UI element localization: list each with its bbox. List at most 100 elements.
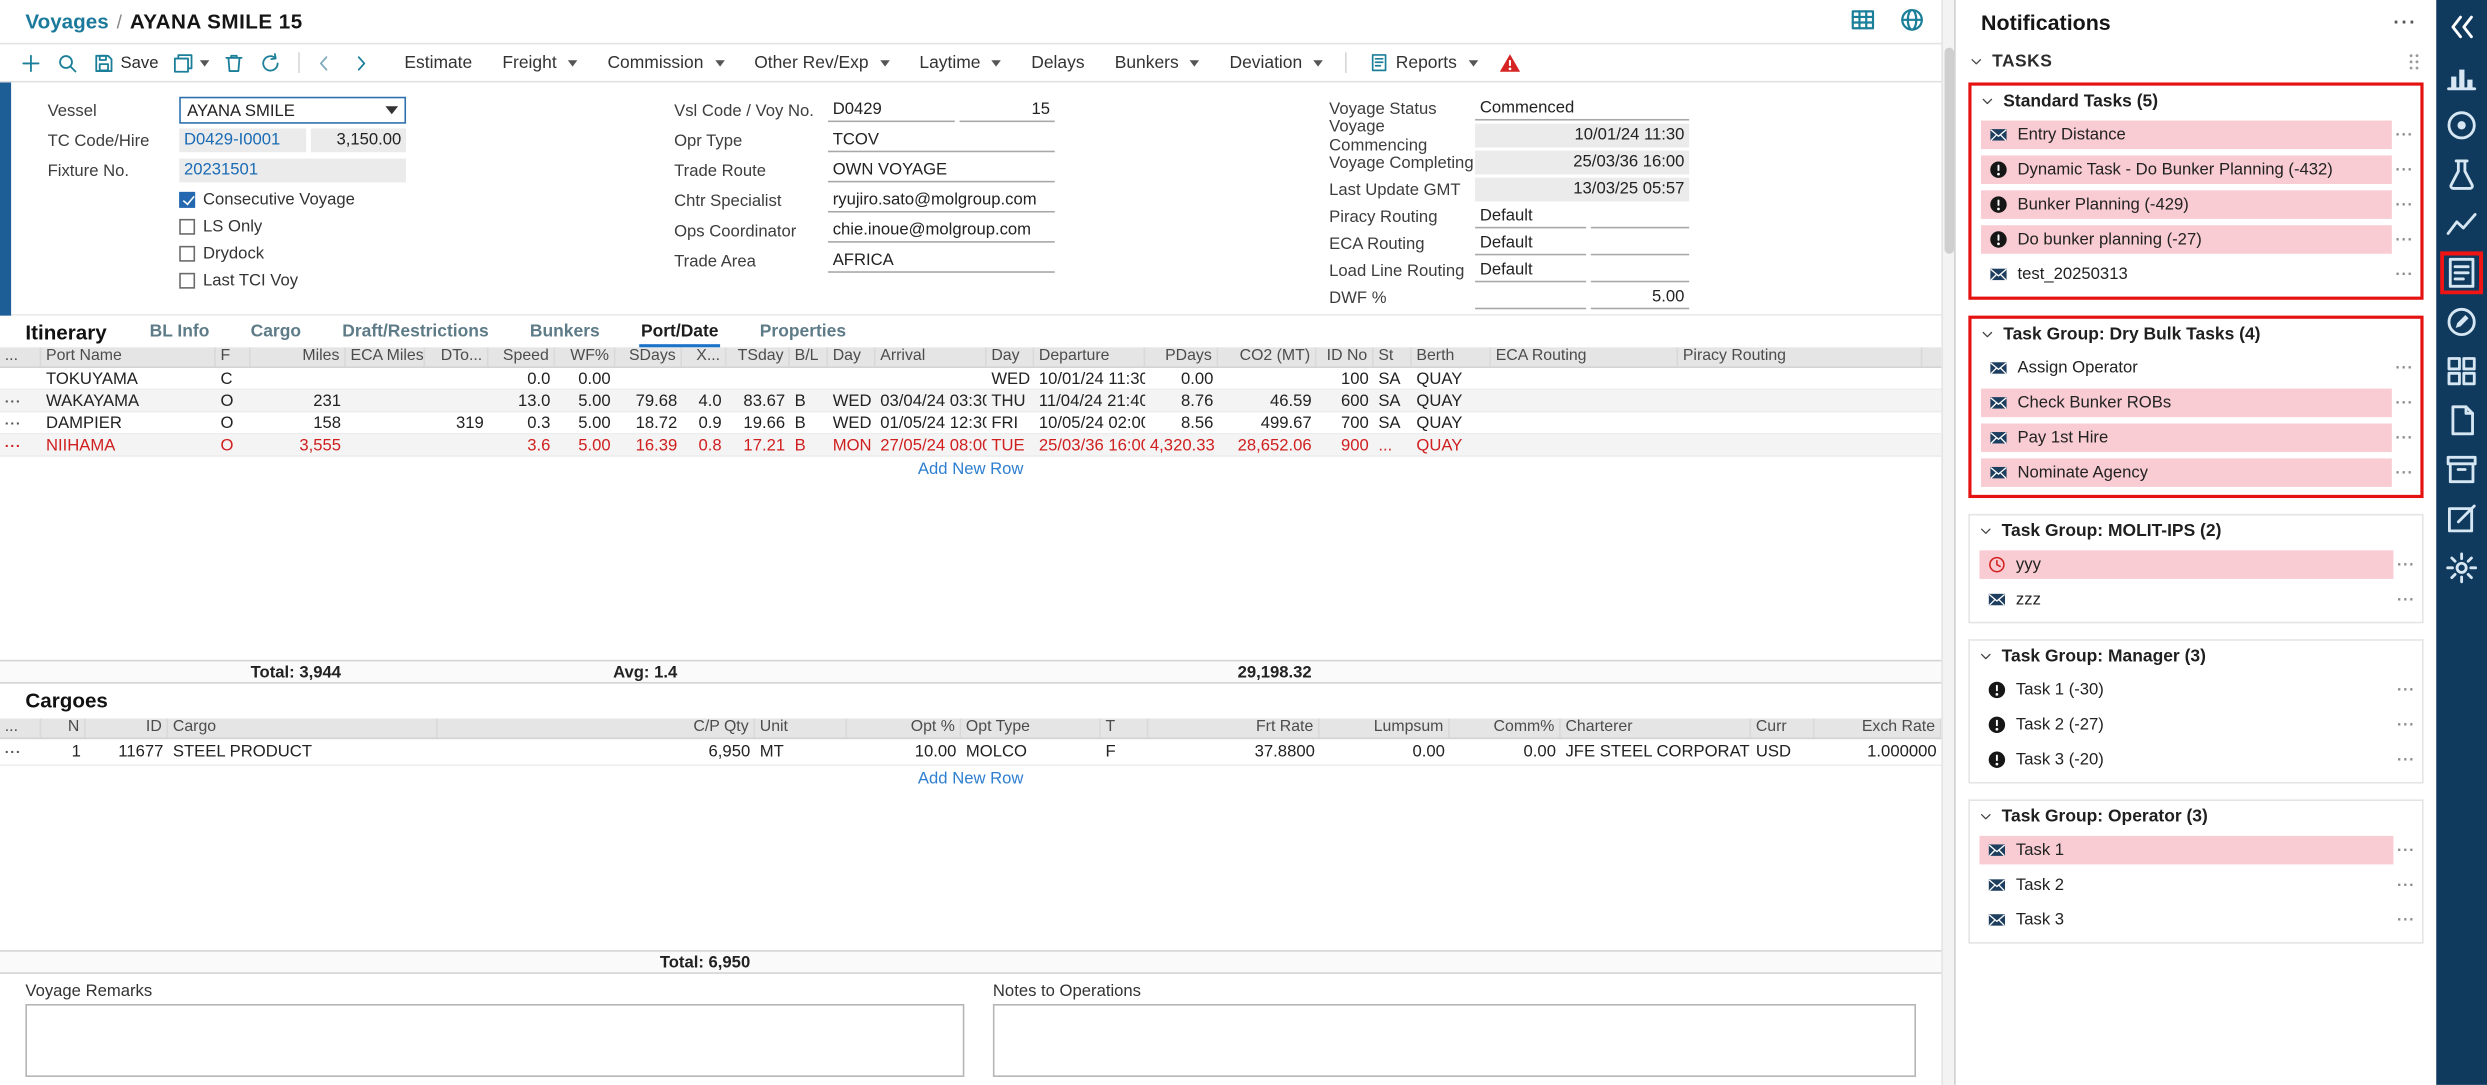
task-list-icon[interactable] (2444, 255, 2479, 290)
target-icon[interactable] (2444, 108, 2479, 143)
task-item-assign-operator[interactable]: Assign Operator··· (1972, 351, 2421, 386)
main-scrollbar-thumb[interactable] (1944, 48, 1954, 254)
task-group-header[interactable]: Standard Tasks (5) (1972, 86, 2421, 118)
task-pill[interactable]: Assign Operator (1981, 354, 2392, 383)
checkbox-last-tci-voy[interactable] (179, 272, 195, 288)
task-item-zzz[interactable]: zzz··· (1970, 582, 2422, 617)
validation-warning-icon[interactable] (1497, 52, 1522, 74)
voyage-remarks-textarea[interactable] (25, 1004, 964, 1077)
table-grid-icon[interactable] (1849, 6, 1876, 33)
task-menu-icon[interactable]: ··· (2392, 266, 2417, 283)
task-menu-icon[interactable]: ··· (2393, 751, 2418, 768)
search-button[interactable] (56, 52, 80, 74)
toolbar-item-delays[interactable]: Delays (1031, 53, 1084, 72)
tab-bunkers[interactable]: Bunkers (528, 322, 601, 347)
task-pill[interactable]: Nominate Agency (1981, 458, 2392, 487)
toolbar-item-bunkers[interactable]: Bunkers (1115, 53, 1200, 72)
itinerary-row-wakayama[interactable]: ···WAKAYAMAO23113.05.0079.684.083.67BWED… (0, 390, 1941, 412)
checkbox-row-consecutive-voyage[interactable]: Consecutive Voyage (48, 186, 675, 213)
itinerary-add-new-row-link[interactable]: Add New Row (918, 460, 1024, 479)
row-menu-icon[interactable]: ··· (0, 437, 41, 453)
field-chtr-specialist[interactable]: ryujiro.sato@molgroup.com (828, 189, 1055, 213)
task-pill[interactable]: Task 3 (-20) (1979, 745, 2393, 774)
save-button[interactable]: Save (92, 52, 159, 74)
next-button[interactable] (349, 52, 373, 74)
task-item-entry-distance[interactable]: Entry Distance··· (1972, 117, 2421, 152)
task-item-task-2[interactable]: Task 2··· (1970, 868, 2422, 903)
task-menu-icon[interactable]: ··· (2392, 161, 2417, 178)
cargoes-add-new-row-link[interactable]: Add New Row (918, 769, 1024, 788)
task-item-pay-1st-hire[interactable]: Pay 1st Hire··· (1972, 420, 2421, 455)
gear-icon[interactable] (2444, 550, 2479, 585)
field-load-line-routing[interactable]: Default (1475, 259, 1586, 283)
checkbox-ls-only[interactable] (179, 218, 195, 234)
notifications-menu-icon[interactable]: ··· (2393, 11, 2417, 33)
task-menu-icon[interactable]: ··· (2393, 841, 2418, 858)
task-item-task-3[interactable]: Task 3··· (1970, 902, 2422, 937)
tab-properties[interactable]: Properties (758, 322, 847, 347)
toolbar-item-freight[interactable]: Freight (502, 53, 577, 72)
field-piracy-routing[interactable]: Default (1475, 205, 1586, 229)
task-menu-icon[interactable]: ··· (2393, 591, 2418, 608)
toolbar-item-other-rev-exp[interactable]: Other Rev/Exp (754, 53, 889, 72)
task-pill[interactable]: yyy (1979, 550, 2393, 579)
checkbox-row-last-tci-voy[interactable]: Last TCI Voy (48, 266, 675, 293)
checkbox-row-drydock[interactable]: Drydock (48, 240, 675, 267)
task-menu-icon[interactable]: ··· (2392, 196, 2417, 213)
tab-draft-restrictions[interactable]: Draft/Restrictions (341, 322, 491, 347)
row-menu-icon[interactable]: ··· (0, 415, 41, 431)
checkbox-consecutive-voyage[interactable] (179, 191, 195, 207)
toolbar-item-reports[interactable]: Reports (1369, 52, 1478, 73)
refresh-button[interactable] (258, 52, 282, 74)
pencil-circle-icon[interactable] (2444, 305, 2479, 340)
task-menu-icon[interactable]: ··· (2392, 394, 2417, 411)
delete-button[interactable] (222, 52, 246, 74)
flask-icon[interactable] (2444, 157, 2479, 192)
drag-handle-icon[interactable] (2405, 51, 2424, 73)
task-group-header[interactable]: Task Group: MOLIT-IPS (2) (1970, 515, 2422, 547)
itinerary-row-dampier[interactable]: ···DAMPIERO1583190.35.0018.720.919.66BWE… (0, 412, 1941, 434)
row-menu-icon[interactable]: ··· (0, 744, 41, 760)
field-eca-routing[interactable]: Default (1475, 232, 1586, 256)
tab-bl-info[interactable]: BL Info (148, 322, 211, 347)
task-pill[interactable]: Task 2 (-27) (1979, 711, 2393, 740)
task-item-task-1-30[interactable]: Task 1 (-30)··· (1970, 673, 2422, 708)
line-chart-icon[interactable] (2444, 206, 2479, 241)
field-trade-area[interactable]: AFRICA (828, 249, 1055, 273)
compose-icon[interactable] (2444, 501, 2479, 536)
bar-chart-icon[interactable] (2444, 59, 2479, 94)
task-item-task-1[interactable]: Task 1··· (1970, 833, 2422, 868)
task-item-dynamic-task-do-bunker-planning-432[interactable]: Dynamic Task - Do Bunker Planning (-432)… (1972, 152, 2421, 187)
archive-icon[interactable] (2444, 452, 2479, 487)
task-item-check-bunker-robs[interactable]: Check Bunker ROBs··· (1972, 385, 2421, 420)
tc-code-link[interactable]: D0429-I0001 (179, 128, 306, 152)
task-item-nominate-agency[interactable]: Nominate Agency··· (1972, 455, 2421, 490)
tasks-collapse-icon[interactable] (1968, 54, 1984, 70)
cargo-row-steel-product[interactable]: ···111677STEEL PRODUCT6,950MT10.00MOLCOF… (0, 739, 1941, 766)
main-scrollbar[interactable] (1941, 0, 1954, 1085)
globe-icon[interactable] (1899, 6, 1926, 33)
task-menu-icon[interactable]: ··· (2393, 911, 2418, 928)
task-menu-icon[interactable]: ··· (2393, 681, 2418, 698)
task-group-header[interactable]: Task Group: Manager (3) (1970, 641, 2422, 673)
field-trade-route[interactable]: OWN VOYAGE (828, 159, 1055, 183)
task-item-bunker-planning-429[interactable]: Bunker Planning (-429)··· (1972, 187, 2421, 222)
task-pill[interactable]: zzz (1979, 585, 2393, 614)
task-pill[interactable]: Task 1 (-30) (1979, 676, 2393, 705)
task-group-header[interactable]: Task Group: Dry Bulk Tasks (4) (1972, 319, 2421, 351)
checkbox-drydock[interactable] (179, 245, 195, 261)
field-voyage-status[interactable]: Commenced (1475, 97, 1689, 121)
task-item-test-20250313[interactable]: test_20250313··· (1972, 257, 2421, 292)
task-menu-icon[interactable]: ··· (2393, 876, 2418, 893)
toolbar-item-deviation[interactable]: Deviation (1229, 53, 1322, 72)
field-load-line-routing-secondary[interactable] (1591, 259, 1689, 283)
copy-button[interactable] (171, 52, 209, 74)
task-menu-icon[interactable]: ··· (2393, 556, 2418, 573)
vessel-dropdown[interactable]: AYANA SMILE (179, 97, 406, 124)
toolbar-item-laytime[interactable]: Laytime (919, 53, 1001, 72)
task-pill[interactable]: Bunker Planning (-429) (1981, 190, 2392, 219)
breadcrumb[interactable]: Voyages (25, 10, 108, 34)
task-pill[interactable]: Pay 1st Hire (1981, 423, 2392, 452)
task-menu-icon[interactable]: ··· (2392, 464, 2417, 481)
grid-icon[interactable] (2444, 354, 2479, 389)
